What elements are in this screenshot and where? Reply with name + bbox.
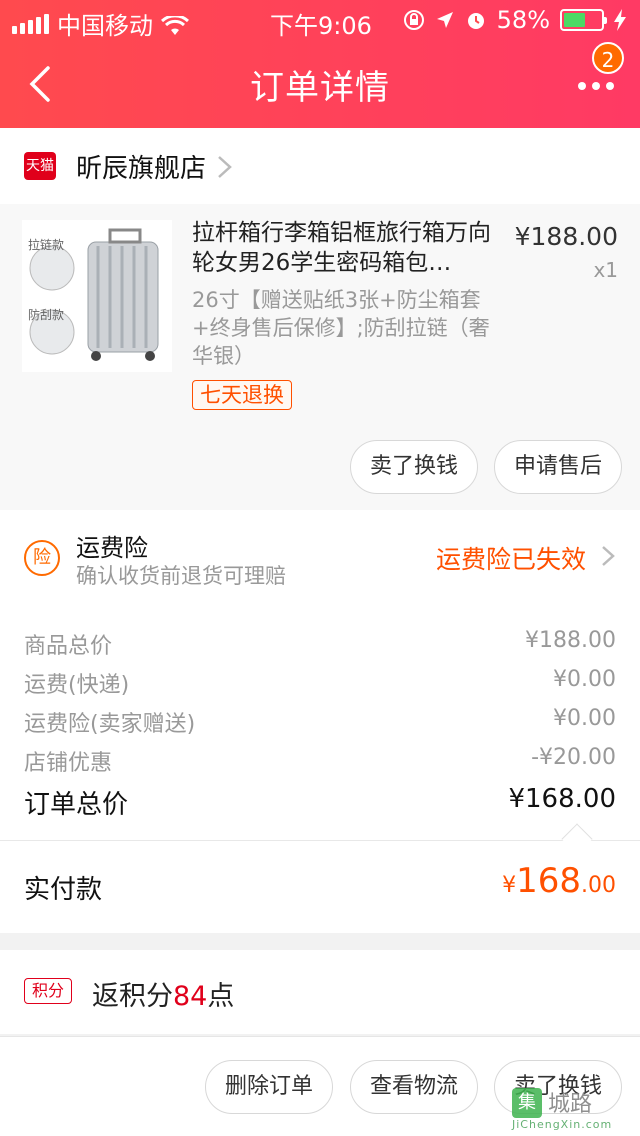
paid-row: 实付款 ¥168.00 — [0, 841, 640, 933]
image-label: 拉链款 — [28, 238, 65, 252]
product-spec: 26寸【赠送贴纸3张+防尘箱套+终身售后保修】;防刮拉链（奢华银） — [192, 288, 490, 368]
charging-icon — [614, 9, 626, 31]
paid-integer: 168 — [516, 861, 581, 901]
price-summary: 商品总价 ¥188.00 运费(快递) ¥0.00 运费险(卖家赠送) ¥0.0… — [0, 606, 640, 840]
product-price: ¥188.00 — [514, 222, 618, 251]
signal-icon — [12, 13, 49, 34]
points-suffix: 点 — [207, 981, 235, 1012]
summary-value: ¥0.00 — [553, 667, 616, 692]
points-row: 积分 返积分84点 — [0, 950, 640, 1034]
summary-label: 商品总价 — [24, 634, 113, 659]
shop-row[interactable]: 天猫 昕辰旗舰店 — [0, 128, 640, 204]
watermark-logo: 集 — [512, 1088, 542, 1118]
paid-decimal: .00 — [581, 873, 616, 898]
insurance-status: 运费险已失效 — [435, 545, 586, 574]
status-time: 下午9:06 — [270, 12, 372, 40]
more-dots-icon — [578, 82, 586, 90]
insurance-title: 运费险 — [76, 534, 148, 562]
points-prefix: 返积分 — [92, 981, 173, 1012]
watermark: 集 城路 JiChengXin.com — [512, 1086, 632, 1132]
product-title[interactable]: 拉杆箱行李箱铝框旅行箱万向轮女男26学生密码箱包… — [192, 218, 492, 278]
return-policy-tag: 七天退换 — [192, 380, 292, 410]
status-bar: 中国移动 下午9:06 58% — [0, 0, 640, 40]
summary-label: 运费(快递) — [24, 673, 130, 698]
paid-currency: ¥ — [502, 873, 517, 898]
insurance-subtitle: 确认收货前退货可理赔 — [76, 564, 286, 588]
carrier-label: 中国移动 — [57, 12, 153, 40]
rotation-lock-icon — [403, 10, 424, 30]
message-badge: 2 — [592, 42, 624, 74]
summary-label: 运费险(卖家赠送) — [24, 712, 196, 737]
view-logistics-button[interactable]: 查看物流 — [350, 1060, 478, 1114]
points-icon: 积分 — [24, 978, 72, 1004]
points-number: 84 — [173, 981, 208, 1012]
summary-value: ¥0.00 — [553, 706, 616, 731]
shop-name: 昕辰旗舰店 — [76, 154, 207, 184]
product-quantity: x1 — [593, 258, 618, 282]
summary-label: 店铺优惠 — [24, 751, 113, 776]
chevron-right-icon — [602, 546, 615, 566]
header: 中国移动 下午9:06 58% 订单详情 2 — [0, 0, 640, 128]
sell-for-cash-button[interactable]: 卖了换钱 — [350, 440, 478, 494]
watermark-text: 城路 — [548, 1092, 593, 1117]
image-label: 防刮款 — [28, 308, 65, 322]
battery-icon — [560, 9, 607, 31]
wifi-icon — [160, 13, 190, 35]
product-card[interactable]: 拉链款 防刮款 拉杆箱行李箱铝框旅行箱万向轮女男26学生密码箱包… ¥188.0… — [0, 204, 640, 510]
after-sale-button[interactable]: 申请售后 — [494, 440, 622, 494]
order-total-label: 订单总价 — [24, 790, 129, 820]
order-total-value: ¥168.00 — [508, 784, 616, 814]
product-thumbnail[interactable]: 拉链款 防刮款 — [22, 220, 172, 372]
alarm-icon — [467, 13, 484, 29]
page-title: 订单详情 — [250, 68, 390, 108]
more-button[interactable] — [578, 76, 614, 96]
insurance-icon: 险 — [24, 540, 60, 576]
delete-order-button[interactable]: 删除订单 — [205, 1060, 333, 1114]
watermark-url: JiChengXin.com — [512, 1118, 613, 1131]
summary-value: -¥20.00 — [531, 745, 616, 770]
battery-percent: 58% — [496, 6, 550, 34]
chevron-right-icon — [218, 156, 232, 178]
tmall-logo: 天猫 — [24, 152, 56, 180]
shipping-insurance-row[interactable]: 险 运费险 确认收货前退货可理赔 运费险已失效 — [0, 510, 640, 606]
paid-amount: ¥168.00 — [502, 861, 616, 901]
paid-label: 实付款 — [24, 875, 103, 905]
summary-value: ¥188.00 — [525, 628, 616, 653]
points-text: 返积分84点 — [92, 974, 234, 1013]
location-icon — [436, 12, 453, 28]
